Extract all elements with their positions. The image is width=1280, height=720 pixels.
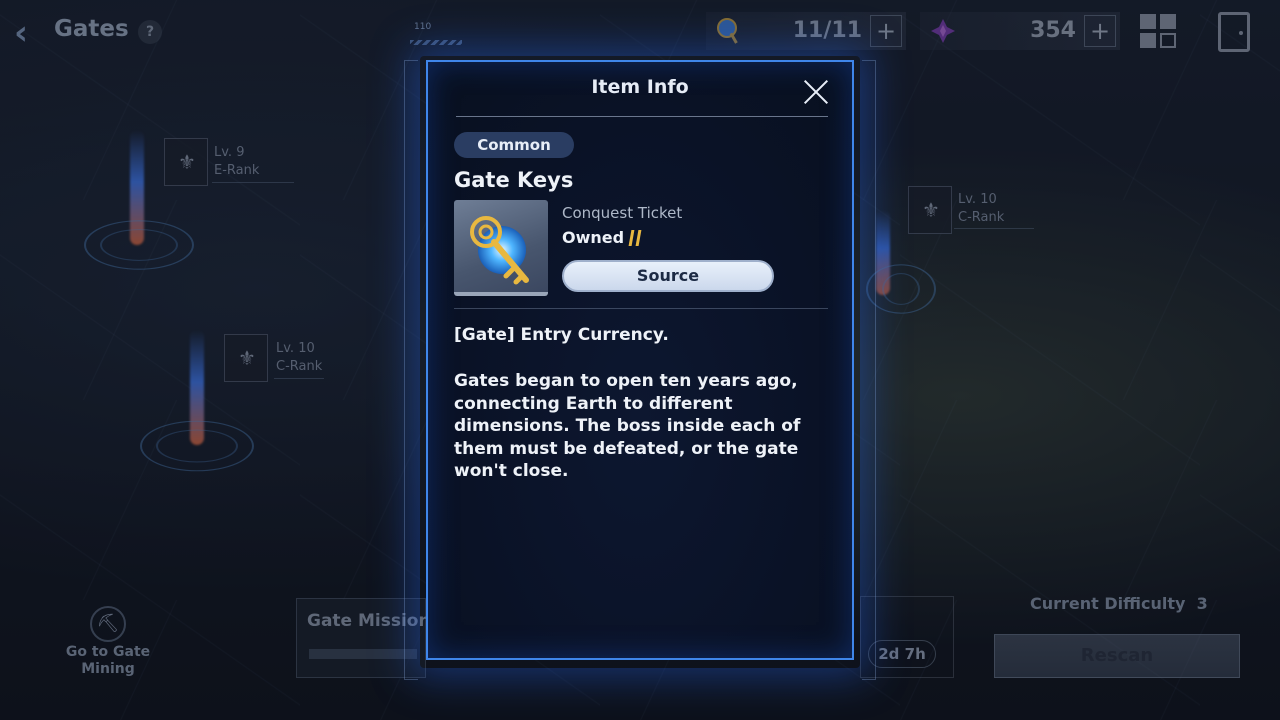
modal-frame-right [862,60,876,680]
item-thumbnail [454,200,548,296]
rarity-badge: Common [454,132,574,158]
owned-label: Owned [562,228,625,247]
item-name: Gate Keys [454,168,574,192]
source-button[interactable]: Source [562,260,774,292]
close-icon[interactable] [802,78,830,106]
item-type: Conquest Ticket [562,204,683,222]
modal-frame-left [404,60,418,680]
gate-key-icon [470,216,529,285]
title-divider [456,116,828,117]
item-description-summary: [Gate] Entry Currency. [454,325,669,345]
item-divider [454,308,828,309]
owned-count-icon [628,230,642,248]
dialog-title: Item Info [591,76,689,98]
item-info-dialog: Item Info Common Gate Keys Conquest Tick… [426,60,854,660]
item-description-body: Gates began to open ten years ago, conne… [454,371,801,482]
